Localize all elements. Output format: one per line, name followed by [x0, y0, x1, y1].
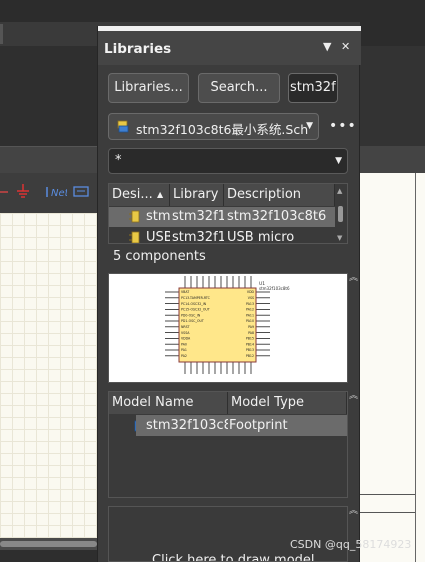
cell-designator: USB — [146, 230, 170, 244]
selected-library: stm32f103c8t6最小系统.Sch — [136, 122, 309, 137]
status-bar — [0, 550, 97, 562]
sheet-border — [415, 173, 416, 562]
pin-label: PA11 — [246, 313, 254, 317]
component-filter-input[interactable]: * ▼ — [108, 148, 348, 174]
watermark: CSDN @qq_58174923 — [290, 538, 412, 551]
schematic-sheet[interactable] — [360, 173, 425, 562]
right-tab-area — [360, 146, 425, 173]
table-row[interactable]: stm32f103c8 Footprint — [136, 415, 347, 436]
document-tab-bar — [0, 146, 97, 174]
pin-label: PC14-OSC32_IN — [181, 302, 207, 306]
cell-library: stm32f1 — [172, 209, 224, 224]
chevron-down-icon: ▼ — [306, 121, 313, 131]
sort-asc-icon: ▲ — [157, 190, 164, 199]
cell-designator: stm — [146, 209, 170, 224]
pin-label: PD0-OSC_IN — [181, 313, 201, 317]
schematic-library-icon — [117, 120, 129, 133]
cell-library: stm32f1 — [172, 230, 224, 244]
pin-label: PD1-OSC_OUT — [181, 319, 204, 323]
pin-label: PB15 — [246, 337, 254, 341]
net-label-tool-icon[interactable]: Net — [45, 183, 67, 201]
component-icon — [129, 210, 140, 223]
right-dark-area — [360, 0, 425, 46]
ground-tool-icon[interactable] — [14, 183, 32, 201]
more-options-button[interactable]: ••• — [329, 118, 357, 134]
schematic-canvas[interactable] — [0, 213, 97, 538]
column-header-model-name[interactable]: Model Name — [109, 392, 228, 414]
pin-label: VSS — [248, 296, 254, 300]
pin-label: PC13-TAMPER-RTC — [181, 296, 211, 300]
app-dark-area — [0, 46, 97, 146]
column-header-library[interactable]: Library — [170, 184, 224, 206]
component-count: 5 components — [113, 249, 206, 264]
search-button[interactable]: Search... — [198, 73, 280, 103]
pin-label: PB12 — [246, 354, 254, 358]
panel-header: Libraries ▼ ✕ — [98, 31, 361, 65]
scrollbar-thumb[interactable] — [338, 206, 343, 222]
pin-label: PA10 — [246, 319, 254, 323]
cell-description: stm32f103c8t6 — [227, 209, 327, 224]
menu-edge — [0, 24, 3, 44]
search-input[interactable]: stm32f1( — [288, 73, 338, 103]
pin-label: VDDA — [181, 337, 191, 341]
pin-label: PB13 — [246, 348, 254, 352]
pin-label: VSSA — [181, 331, 190, 335]
panel-title: Libraries — [104, 41, 172, 57]
column-header-description[interactable]: Description — [224, 184, 335, 206]
pin-label: PA12 — [246, 308, 254, 312]
pin-label: PA2 — [181, 354, 187, 358]
pin-label: VDD — [247, 290, 255, 294]
component-preview: U1 stm32f103c8t6 VBAT PC13-TAMPER-RTC PC14… — [108, 273, 348, 383]
pin-label: PA1 — [181, 348, 187, 352]
pin-label: PA9 — [248, 325, 254, 329]
component-icon — [129, 231, 140, 243]
models-table: Model Name Model Type stm32f103c8 Footpr… — [108, 391, 348, 498]
cell-model-type: Footprint — [229, 418, 288, 433]
scroll-up-icon[interactable]: ▲ — [337, 187, 342, 195]
library-dropdown[interactable]: stm32f103c8t6最小系统.Sch ▼ — [108, 113, 319, 140]
column-header-model-type[interactable]: Model Type — [228, 392, 347, 414]
chip-part: stm32f103c8t6 — [259, 286, 290, 291]
collapse-model-preview-icon[interactable]: ︽ — [349, 503, 358, 516]
draw-model-link[interactable]: Click here to draw model — [152, 553, 315, 561]
libraries-panel: Libraries ▼ ✕ Libraries... Search... stm… — [97, 26, 361, 562]
canvas-horizontal-scrollbar[interactable] — [0, 538, 97, 550]
title-block-line — [360, 494, 415, 495]
pin-label: PA0 — [181, 342, 187, 346]
title-block-line — [360, 512, 415, 513]
column-header-designator[interactable]: Desi... ▲ — [109, 184, 170, 206]
wire-tool-icon[interactable] — [0, 183, 8, 201]
close-icon[interactable]: ✕ — [341, 40, 350, 53]
components-scrollbar[interactable]: ▲ ▼ — [335, 184, 347, 243]
svg-text:Net: Net — [51, 188, 67, 199]
model-preview-area[interactable]: Click here to draw model — [108, 506, 348, 562]
schematic-toolbar: Net — [0, 173, 97, 213]
components-table: Desi... ▲ Library Description stm stm32f1… — [108, 183, 348, 244]
cell-description: USB micro — [227, 230, 295, 244]
port-tool-icon[interactable] — [72, 183, 92, 201]
collapse-preview-icon[interactable]: ︽ — [349, 270, 358, 283]
chevron-down-icon: ▼ — [335, 156, 342, 166]
libraries-button[interactable]: Libraries... — [108, 73, 189, 103]
collapse-models-icon[interactable]: ︽ — [349, 388, 358, 401]
pin-label: PA8 — [248, 331, 254, 335]
pin-label: NRST — [181, 325, 190, 329]
pin-label: PB14 — [246, 342, 254, 346]
scroll-down-icon[interactable]: ▼ — [337, 234, 342, 242]
pin-label: VBAT — [181, 290, 189, 294]
right-strip — [360, 46, 425, 146]
pin-label: PC15-OSC32_OUT — [181, 308, 210, 312]
filter-value: * — [115, 153, 122, 168]
panel-menu-icon[interactable]: ▼ — [323, 40, 331, 53]
table-row[interactable]: stm stm32f1 stm32f103c8t6 — [109, 207, 335, 227]
cell-model-name: stm32f103c8 — [146, 418, 228, 433]
scrollbar-thumb[interactable] — [0, 541, 97, 547]
chip-preview-graphic: U1 stm32f103c8t6 VBATPC13-TAMPER-RTCPC14… — [165, 276, 290, 374]
table-row[interactable]: USB stm32f1 USB micro — [109, 228, 335, 244]
pin-label: PA13 — [246, 302, 254, 306]
